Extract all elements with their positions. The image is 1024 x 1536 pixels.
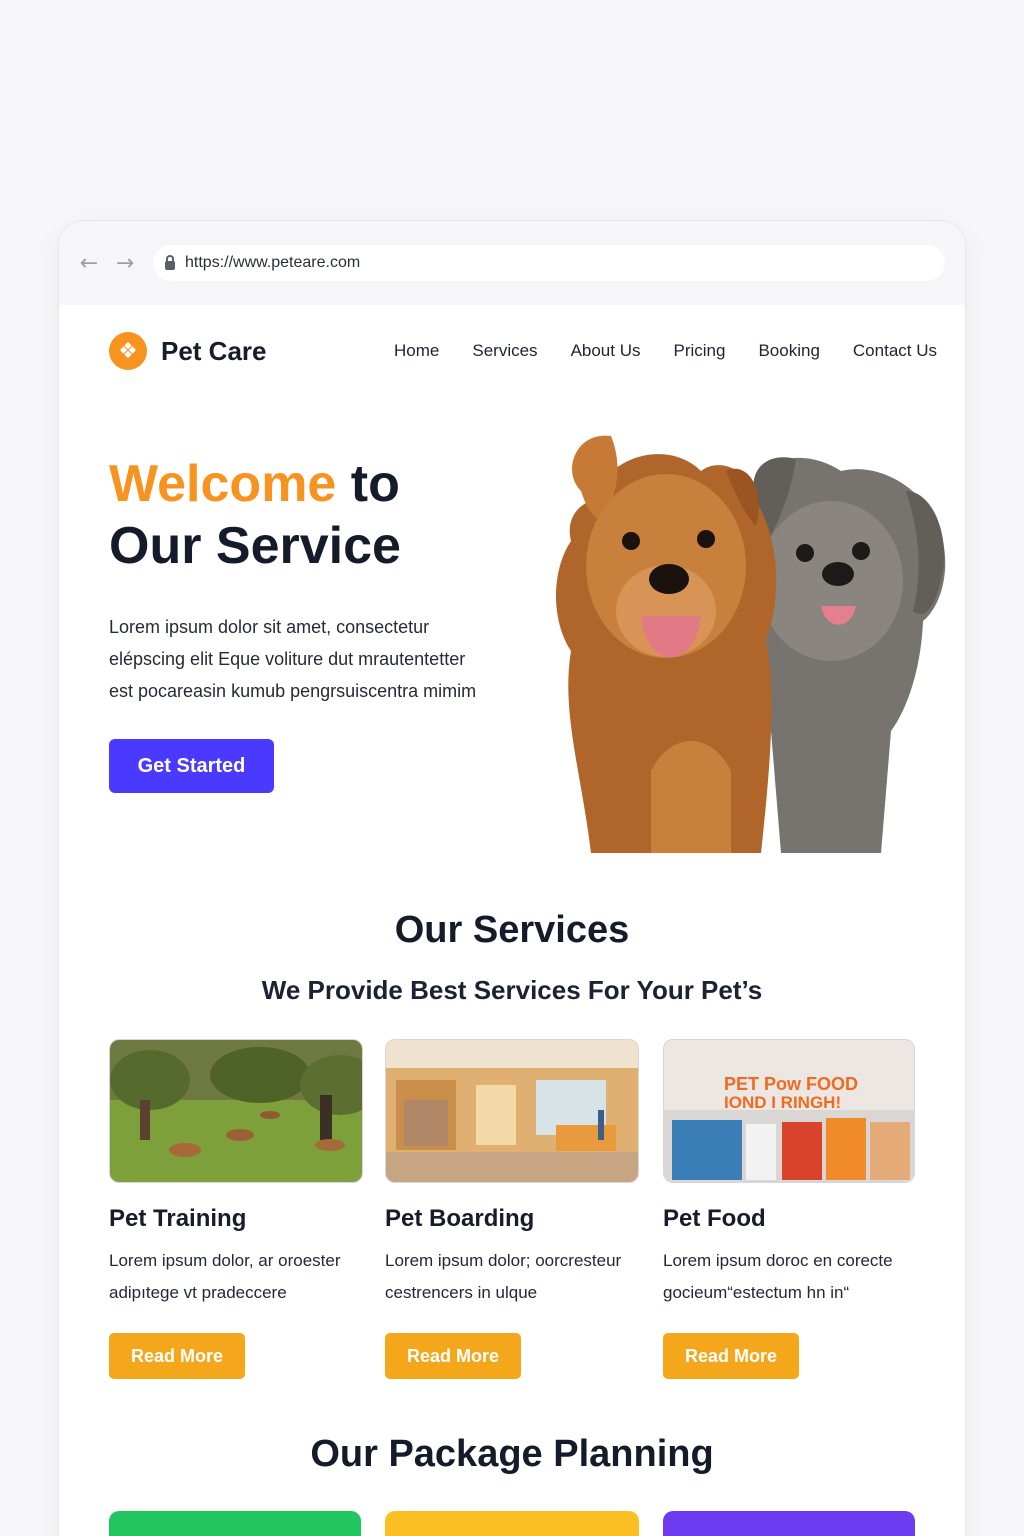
nav-home[interactable]: Home	[394, 341, 439, 361]
pet-training-image	[109, 1039, 363, 1183]
pet-boarding-image	[385, 1039, 639, 1183]
hero-section: Welcome to Our Service Lorem ipsum dolor…	[109, 453, 509, 793]
browser-window: ← → https://www.peteare.com ❖ Pet Care H…	[58, 220, 966, 1536]
read-more-button[interactable]: Read More	[109, 1333, 246, 1379]
service-card: PET Pow FOOD IOND I RINGH! Pet Food Lore…	[663, 1039, 915, 1379]
service-card-text: Lorem ipsum doroc en corecte gocieum“est…	[663, 1251, 893, 1302]
nav-services[interactable]: Services	[472, 341, 537, 361]
nav-contact-us[interactable]: Contact Us	[853, 341, 937, 361]
service-card-title: Pet Boarding	[385, 1205, 535, 1232]
hero-description: Lorem ipsum dolor sit amet, consectetur …	[109, 617, 477, 701]
hero-title: Welcome to Our Service	[109, 453, 509, 577]
paw-logo-icon: ❖	[109, 332, 147, 370]
service-card-text: Lorem ipsum dolor, ar oroester adipıtege…	[109, 1251, 341, 1302]
service-card: Pet Boarding Lorem ipsum dolor; oorcrest…	[385, 1039, 639, 1379]
service-card-title: Pet Training	[109, 1205, 247, 1232]
hero-dogs-image	[551, 431, 951, 853]
url-text: https://www.peteare.com	[185, 254, 361, 271]
golden-dog-illustration	[556, 435, 777, 853]
hero-title-rest: to	[336, 455, 400, 513]
pet-food-image: PET Pow FOOD IOND I RINGH!	[663, 1039, 915, 1183]
service-card-text: Lorem ipsum dolor; oorcresteur cestrence…	[385, 1251, 622, 1302]
read-more-button[interactable]: Read More	[385, 1333, 522, 1379]
get-started-button[interactable]: Get Started	[109, 739, 274, 793]
hero-title-line-2: Our Service	[109, 517, 401, 575]
browser-toolbar: ← → https://www.peteare.com	[59, 221, 965, 305]
nav-booking[interactable]: Booking	[758, 341, 819, 361]
package-card-purple[interactable]	[663, 1511, 915, 1536]
packages-title: Our Package Planning	[310, 1433, 714, 1475]
brand-name: Pet Care	[161, 335, 267, 366]
services-title: Our Services	[394, 909, 630, 951]
read-more-button[interactable]: Read More	[663, 1333, 800, 1379]
package-card-green[interactable]	[109, 1511, 361, 1536]
store-sign-line-1: PET Pow FOOD	[724, 1074, 858, 1094]
site-header: ❖ Pet Care Home Services About Us Pricin…	[59, 305, 965, 397]
main-nav: Home Services About Us Pricing Booking C…	[394, 341, 937, 361]
service-card-title: Pet Food	[663, 1205, 766, 1232]
address-bar[interactable]: https://www.peteare.com	[153, 245, 945, 281]
hero-title-accent: Welcome	[109, 455, 337, 513]
arrow-right-icon[interactable]: →	[111, 249, 139, 277]
services-subtitle: We Provide Best Services For Your Pet’s	[261, 975, 763, 1005]
lock-icon	[165, 254, 175, 270]
arrow-left-icon[interactable]: ←	[75, 249, 103, 277]
nav-pricing[interactable]: Pricing	[674, 341, 726, 361]
grey-dog-illustration	[740, 457, 946, 853]
brand[interactable]: ❖ Pet Care	[109, 332, 267, 370]
store-sign-line-2: IOND I RINGH!	[724, 1093, 841, 1112]
nav-about-us[interactable]: About Us	[571, 341, 641, 361]
package-card-yellow[interactable]	[385, 1511, 639, 1536]
service-card: Pet Training Lorem ipsum dolor, ar oroes…	[109, 1039, 363, 1379]
